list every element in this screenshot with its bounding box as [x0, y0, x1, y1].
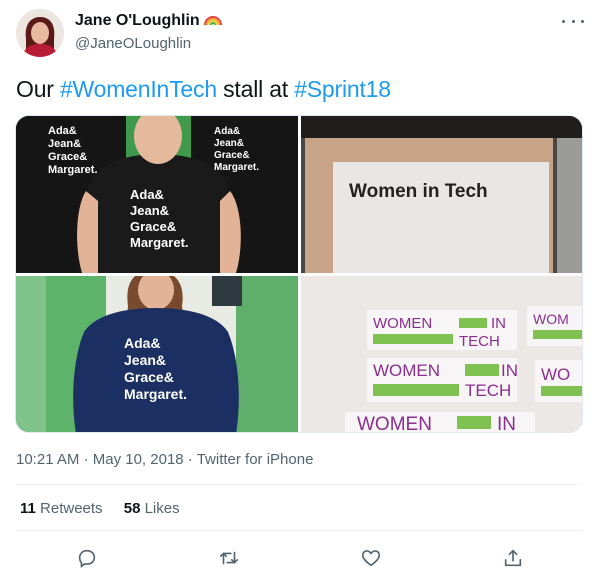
author-name[interactable]: Jane O'Loughlin	[75, 12, 200, 29]
hashtag-link[interactable]: #Sprint18	[294, 76, 391, 102]
sticker-word: TECH	[459, 333, 500, 350]
tweet-text: Our #WomenInTech stall at #Sprint18	[16, 76, 391, 103]
rainbow-icon	[203, 12, 222, 26]
more-options-icon[interactable]	[562, 12, 584, 30]
shirt-text-line: Jean&	[124, 352, 166, 368]
sticker-word: IN	[501, 361, 518, 380]
tweet-card: Jane O'Loughlin @JaneOLoughlin Our #Wome…	[0, 0, 598, 582]
likes-count: 58	[123, 500, 141, 517]
shirt-text-line: Margaret.	[124, 386, 187, 402]
likes-stat[interactable]: 58 Likes	[124, 500, 180, 517]
sticker-word: IN	[491, 315, 506, 332]
shirt-text-line: Ada&	[130, 187, 164, 202]
retweet-icon[interactable]	[216, 545, 242, 571]
shirt-text-line: Margaret.	[214, 162, 259, 173]
tweet-stats: 11 Retweets 58 Likes	[20, 500, 197, 517]
sticker-word: WOMEN	[373, 315, 432, 332]
likes-label: Likes	[144, 500, 180, 517]
shirt-text-line: Jean&	[214, 138, 244, 149]
shirt-text-line: Ada&	[214, 126, 240, 137]
sticker-word: TECH	[465, 381, 511, 400]
author-name-row[interactable]: Jane O'Loughlin	[75, 12, 222, 30]
photo-tshirts-group[interactable]: Ada& Jean& Grace& Margaret. Ada& Jean& G…	[16, 116, 298, 273]
shirt-text-line: Grace&	[130, 219, 176, 234]
sticker-word: WOMEN	[357, 414, 432, 433]
sticker-word: IN	[497, 414, 516, 433]
shirt-text-line: Margaret.	[130, 235, 189, 250]
reply-icon[interactable]	[74, 545, 100, 571]
tweet-text-middle: stall at	[216, 76, 295, 102]
photo-stickers[interactable]: WOMEN IN TECH WOM WOMEN IN TECH WO WOMEN…	[301, 276, 582, 433]
shirt-text-line: Jean&	[48, 138, 81, 150]
sign-text: Women in Tech	[349, 181, 488, 202]
share-icon[interactable]	[500, 545, 526, 571]
like-icon[interactable]	[358, 545, 384, 571]
tweet-time[interactable]: 10:21 AM	[16, 451, 79, 468]
tweet-meta: 10:21 AM · May 10, 2018 · Twitter for iP…	[16, 451, 313, 468]
avatar[interactable]	[16, 9, 64, 57]
shirt-text-line: Ada&	[48, 125, 77, 137]
retweets-label: Retweets	[40, 500, 103, 517]
hashtag-link[interactable]: #WomenInTech	[60, 76, 217, 102]
retweets-count: 11	[20, 500, 36, 517]
sticker-word: WOMEN	[373, 361, 440, 380]
retweets-stat[interactable]: 11 Retweets	[20, 500, 103, 517]
action-bar	[0, 545, 598, 571]
sticker-word: WO	[541, 365, 570, 384]
tweet-source[interactable]: Twitter for iPhone	[197, 451, 314, 468]
media-grid: Ada& Jean& Grace& Margaret. Ada& Jean& G…	[15, 115, 583, 433]
sticker-word: WOM	[533, 311, 569, 327]
shirt-text-line: Jean&	[130, 203, 169, 218]
divider	[16, 530, 582, 531]
shirt-text-line: Grace&	[214, 150, 250, 161]
tweet-date[interactable]: May 10, 2018	[93, 451, 184, 468]
divider	[16, 484, 582, 485]
meta-separator: ·	[183, 451, 197, 468]
photo-navy-tshirt[interactable]: Ada& Jean& Grace& Margaret.	[16, 276, 298, 432]
author-handle[interactable]: @JaneOLoughlin	[75, 35, 191, 52]
meta-separator: ·	[79, 451, 93, 468]
shirt-text-line: Margaret.	[48, 164, 98, 176]
shirt-text-line: Grace&	[124, 369, 174, 385]
shirt-text-line: Grace&	[48, 151, 87, 163]
shirt-text-line: Ada&	[124, 335, 161, 351]
tweet-text-prefix: Our	[16, 76, 60, 102]
photo-women-in-tech-sign[interactable]: Women in Tech	[301, 116, 582, 273]
